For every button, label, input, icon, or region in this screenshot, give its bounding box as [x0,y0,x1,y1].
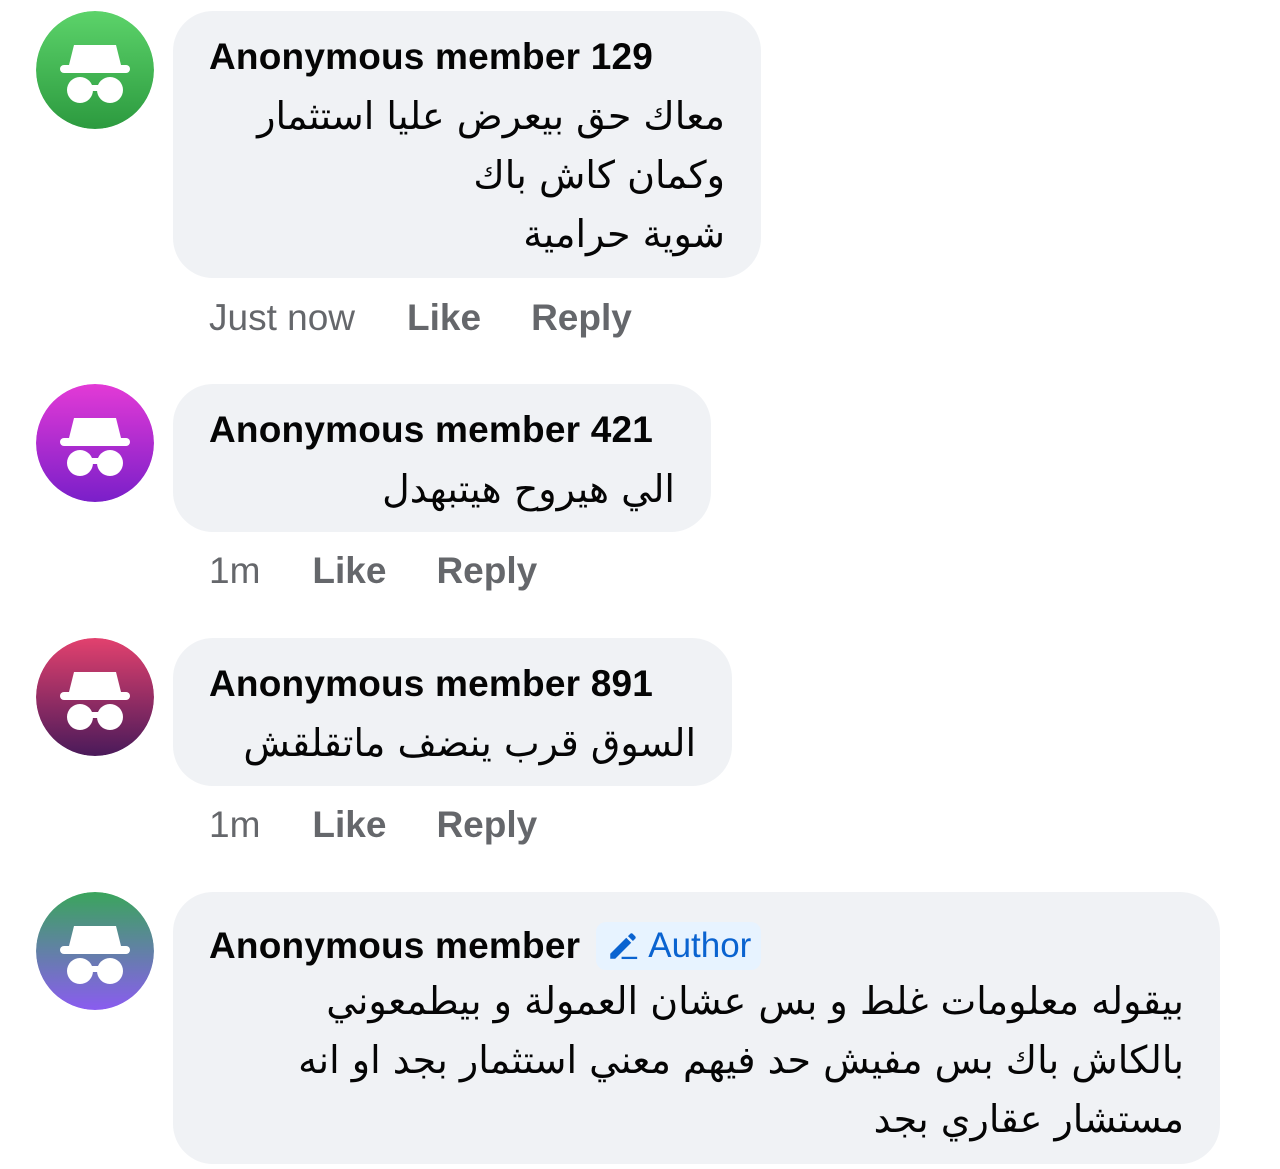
reply-button[interactable]: Reply [531,297,632,339]
avatar[interactable] [36,638,154,756]
comment-text: بيقوله معلومات غلط و بس عشان العمولة و ب… [298,979,1184,1141]
avatar[interactable] [36,11,154,129]
timestamp[interactable]: Just now [209,297,355,339]
timestamp[interactable]: 1m [209,804,260,846]
incognito-icon [36,384,154,502]
avatar[interactable] [36,384,154,502]
incognito-icon [36,892,154,1010]
comment-text: الي هيروح هيتبهدل [382,467,675,511]
author-badge: Author [596,922,762,970]
incognito-icon [36,638,154,756]
comment-text: معاك حق بيعرض عليا استثمار وكمان كاش باك… [257,94,725,256]
avatar[interactable] [36,892,154,1010]
comment-actions: 1m Like Reply [209,549,587,593]
like-button[interactable]: Like [312,550,386,592]
incognito-icon [36,11,154,129]
author-badge-label: Author [648,926,752,965]
comment-bubble: Anonymous member 129 معاك حق بيعرض عليا … [173,11,761,278]
timestamp[interactable]: 1m [209,550,260,592]
comment-actions: 1m Like Reply [209,803,587,847]
like-button[interactable]: Like [407,297,481,339]
author-name[interactable]: Anonymous member 129 [209,36,653,78]
like-button[interactable]: Like [312,804,386,846]
comment-bubble: Anonymous member 421 الي هيروح هيتبهدل [173,384,711,532]
comment-text: السوق قرب ينضف ماتقلقش [243,721,696,765]
reply-button[interactable]: Reply [436,550,537,592]
reply-button[interactable]: Reply [436,804,537,846]
pencil-icon [610,933,638,960]
author-name[interactable]: Anonymous member 421 [209,409,653,451]
comment-bubble: Anonymous member Author بيقوله معلومات غ… [173,892,1220,1164]
author-name[interactable]: Anonymous member [209,925,580,967]
comment-actions: Just now Like Reply [209,296,682,340]
author-name[interactable]: Anonymous member 891 [209,663,653,705]
comment-bubble: Anonymous member 891 السوق قرب ينضف ماتق… [173,638,732,786]
